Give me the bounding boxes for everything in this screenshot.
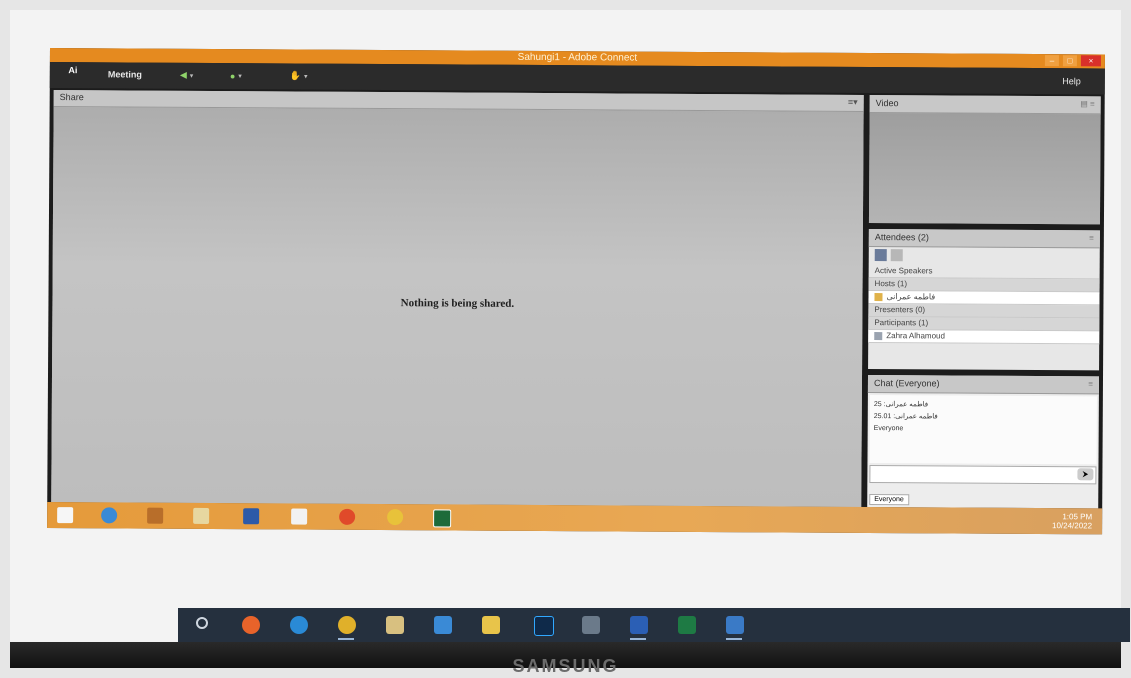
- attendees-pod-header: Attendees (2) ≡: [868, 229, 1100, 249]
- attendees-pod-title: Attendees (2): [874, 232, 929, 243]
- chrome-icon[interactable]: [387, 509, 404, 526]
- chat-input[interactable]: ⮞: [869, 465, 1097, 485]
- video-area: [868, 113, 1101, 225]
- active-indicator: [726, 638, 742, 640]
- word-icon[interactable]: [243, 508, 260, 525]
- mail-icon[interactable]: [434, 616, 452, 634]
- active-speakers-label: Active Speakers: [874, 266, 933, 276]
- monitor-brand: SAMSUNG: [512, 656, 619, 676]
- photo-frame: Sahungi1 - Adobe Connect – □ × Ai Meetin…: [0, 0, 1131, 678]
- participant-name: Zahra Alhamoud: [886, 331, 945, 341]
- pod-options-icon[interactable]: ≡▾: [848, 97, 858, 108]
- active-indicator: [338, 638, 354, 640]
- chevron-down-icon: ▾: [238, 72, 242, 80]
- nothing-shared-message: Nothing is being shared.: [400, 297, 515, 310]
- connect-menubar: Ai Meeting ◀ ▾ ● ▾ ✋ ▾ Help: [49, 61, 1105, 95]
- microphone-button[interactable]: ● ▾: [230, 69, 242, 82]
- folder-icon[interactable]: [193, 507, 210, 524]
- excel-icon[interactable]: [678, 616, 696, 634]
- clock-time: 1:05 PM: [1062, 512, 1093, 522]
- chat-pod-title: Chat (Everyone): [873, 378, 940, 389]
- speaker-icon: ◀: [179, 69, 187, 80]
- host-icon: [874, 292, 883, 301]
- photoshop-icon[interactable]: [534, 616, 554, 636]
- edge-icon[interactable]: [290, 616, 308, 634]
- chat-messages: فاطمه عمرانی: 25 فاطمه عمرانی: 25.01 Eve…: [869, 395, 1097, 465]
- file-icon[interactable]: [291, 508, 308, 525]
- attendee-row[interactable]: Zahra Alhamoud: [868, 330, 1100, 345]
- chevron-down-icon: ▾: [189, 72, 194, 80]
- adobe-connect-window: Sahungi1 - Adobe Connect – □ × Ai Meetin…: [47, 48, 1105, 535]
- speaker-button[interactable]: ◀ ▾: [180, 69, 194, 82]
- status-button[interactable]: ✋ ▾: [290, 69, 308, 82]
- chat-pod: Chat (Everyone) ≡ فاطمه عمرانی: 25 فاطمه…: [867, 375, 1100, 509]
- pod-options-icon[interactable]: ≡: [1088, 379, 1093, 388]
- chat-tab-everyone[interactable]: Everyone: [869, 494, 909, 506]
- participants-header-label: Participants (1): [874, 318, 929, 328]
- active-indicator: [630, 638, 646, 640]
- right-pods: Video ▤ ≡ Attendees (2) ≡ Active Speaker…: [867, 95, 1101, 509]
- chat-pod-header: Chat (Everyone) ≡: [867, 375, 1100, 395]
- chevron-down-icon: ▾: [304, 73, 308, 81]
- folder-icon[interactable]: [482, 616, 500, 634]
- photos-icon[interactable]: [726, 616, 744, 634]
- participant-icon: [874, 331, 883, 340]
- start-icon[interactable]: [57, 507, 74, 524]
- connect-app-icon[interactable]: [433, 509, 452, 528]
- clock-date: 10/24/2022: [1052, 521, 1093, 531]
- person-status-icon[interactable]: [890, 249, 903, 262]
- share-pod: Share ≡▾ Nothing is being shared.: [51, 90, 864, 507]
- window-controls: – □ ×: [1044, 55, 1101, 67]
- chat-message: فاطمه عمرانی: 25.01: [873, 413, 938, 421]
- firefox-icon[interactable]: [242, 616, 260, 634]
- help-menu[interactable]: Help: [1062, 76, 1081, 86]
- maximize-button[interactable]: □: [1062, 55, 1077, 67]
- video-pod-title: Video: [875, 98, 899, 109]
- host-taskbar: [178, 608, 1130, 642]
- chrome-icon[interactable]: [338, 616, 356, 634]
- calculator-icon[interactable]: [582, 616, 600, 634]
- firefox-icon[interactable]: [339, 508, 356, 525]
- pod-options-icon[interactable]: ▤ ≡: [1080, 99, 1095, 108]
- presenters-header-label: Presenters (0): [874, 305, 926, 315]
- pod-options-icon[interactable]: ≡: [1089, 233, 1094, 242]
- hand-icon: ✋: [289, 70, 302, 81]
- ie-icon[interactable]: [101, 507, 118, 524]
- share-pod-title: Share: [59, 92, 84, 103]
- chat-message: Everyone: [873, 425, 904, 433]
- minimize-button[interactable]: –: [1044, 55, 1059, 67]
- video-pod: Video ▤ ≡: [868, 95, 1101, 225]
- send-icon[interactable]: ⮞: [1077, 468, 1094, 481]
- attendees-pod: Attendees (2) ≡ Active Speakers Hosts (1…: [868, 229, 1100, 371]
- microphone-icon: ●: [229, 70, 236, 81]
- close-button[interactable]: ×: [1080, 55, 1101, 67]
- remote-clock: 1:05 PM 10/24/2022: [1052, 512, 1092, 530]
- store-icon[interactable]: [386, 616, 404, 634]
- adobe-logo: Ai: [68, 65, 78, 76]
- share-content-area: Nothing is being shared.: [51, 107, 864, 507]
- video-pod-header: Video ▤ ≡: [869, 95, 1101, 115]
- meeting-menu[interactable]: Meeting: [108, 69, 142, 79]
- list-view-icon[interactable]: [874, 249, 887, 262]
- word-icon[interactable]: [630, 616, 648, 634]
- host-name: فاطمه عمرانی: [886, 292, 936, 302]
- search-icon[interactable]: [196, 617, 208, 629]
- hosts-header-label: Hosts (1): [874, 279, 908, 289]
- attendees-toolbar: [869, 247, 1100, 266]
- monitor-bezel: SAMSUNG: [10, 642, 1121, 676]
- media-icon[interactable]: [147, 507, 164, 524]
